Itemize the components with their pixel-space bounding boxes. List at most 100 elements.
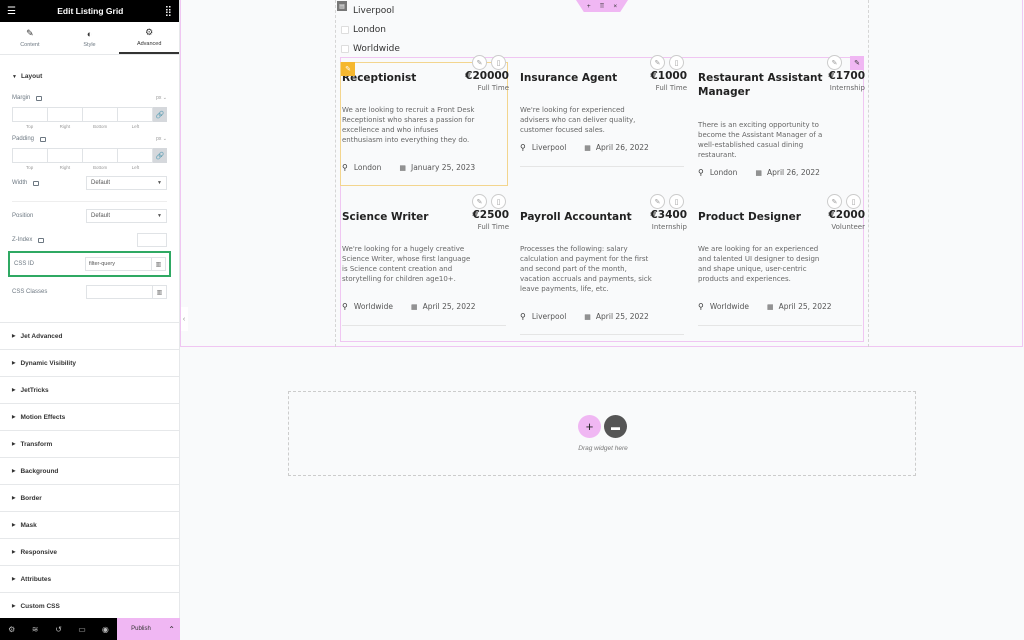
edit-item-icon[interactable]: ✎ <box>650 194 665 209</box>
padding-unit-select[interactable]: px ⌄ <box>156 136 167 142</box>
settings-icon[interactable]: ⚙ <box>0 625 23 634</box>
edit-widget-pencil-icon[interactable]: ✎ <box>850 56 864 70</box>
dynamic-tags-icon[interactable]: ▥ <box>151 258 165 270</box>
padding-left-input[interactable] <box>117 148 153 163</box>
widgets-grid-icon[interactable]: ⣿ <box>165 6 172 17</box>
margin-bottom-input[interactable] <box>82 107 117 122</box>
tab-content[interactable]: ✎ Content <box>0 22 60 54</box>
edit-item-icon[interactable]: ✎ <box>472 194 487 209</box>
responsive-mode-icon[interactable]: ▭ <box>70 625 93 634</box>
listing-card[interactable]: ✎ Restaurant Assistant Manager €1700 Int… <box>697 55 865 187</box>
padding-top-input[interactable] <box>12 148 47 163</box>
delete-item-icon[interactable]: ▯ <box>491 194 506 209</box>
chevron-up-icon[interactable]: ⌃ <box>168 625 175 634</box>
delete-item-icon[interactable]: ▯ <box>669 194 684 209</box>
calendar-icon: ▦ <box>766 302 774 311</box>
section-dynamic-visibility[interactable]: ▶ Dynamic Visibility <box>0 350 180 377</box>
card-type: Volunteer <box>831 223 865 231</box>
map-pin-icon: ⚲ <box>342 163 348 172</box>
section-transform[interactable]: ▶ Transform <box>0 431 180 458</box>
margin-left-input[interactable] <box>117 107 153 122</box>
link-values-icon[interactable]: 🔗 <box>153 107 167 122</box>
calendar-icon: ▦ <box>584 143 591 152</box>
card-description: Processes the following: salary calculat… <box>520 245 652 293</box>
add-section-icon[interactable]: + <box>587 3 591 10</box>
drag-section-icon[interactable]: ⠿ <box>600 2 605 10</box>
filter-checkbox-london[interactable]: London <box>341 25 386 35</box>
dynamic-tags-icon[interactable]: ▥ <box>152 286 166 298</box>
pencil-icon: ✎ <box>26 28 34 38</box>
history-icon[interactable]: ↺ <box>47 625 70 634</box>
tab-advanced[interactable]: ⚙ Advanced <box>119 22 180 54</box>
desktop-icon[interactable] <box>38 237 45 243</box>
edit-item-icon[interactable]: ✎ <box>827 55 842 70</box>
padding-bottom-input[interactable] <box>82 148 117 163</box>
css-classes-input[interactable]: ▥ <box>86 285 167 299</box>
navigator-layers-icon[interactable]: ≋ <box>23 625 46 634</box>
position-select[interactable]: Default ▼ <box>86 209 167 223</box>
section-motion-effects[interactable]: ▶ Motion Effects <box>0 404 180 431</box>
card-title: Insurance Agent <box>520 72 618 84</box>
card-meta: ⚲ London ▦ April 26, 2022 <box>698 168 820 177</box>
css-id-input[interactable]: filter-query ▥ <box>85 257 166 271</box>
margin-right-input[interactable] <box>47 107 82 122</box>
section-attributes[interactable]: ▶ Attributes <box>0 566 180 593</box>
add-template-folder-button[interactable]: ▬ <box>604 415 627 438</box>
listing-card[interactable]: ✎ ▯ Receptionist €20000 Full Time We are… <box>341 55 509 187</box>
panel-title: Edit Listing Grid <box>57 6 124 16</box>
listing-card[interactable]: ✎ ▯ Insurance Agent €1000 Full Time We'r… <box>519 55 687 187</box>
edit-item-icon[interactable]: ✎ <box>472 55 487 70</box>
link-values-icon[interactable]: 🔗 <box>153 148 167 163</box>
section-custom-css[interactable]: ▶ Custom CSS <box>0 593 180 620</box>
delete-item-icon[interactable]: ▯ <box>846 194 861 209</box>
card-type: Full Time <box>477 84 509 92</box>
preview-eye-icon[interactable]: ◉ <box>94 625 117 634</box>
padding-control: Padding px ⌄ 🔗 Top Right Bottom Left <box>12 136 167 170</box>
section-jet-advanced[interactable]: ▶ Jet Advanced <box>0 323 180 350</box>
card-type: Internship <box>829 84 865 92</box>
listing-card[interactable]: ✎ ▯ Product Designer €2000 Volunteer We … <box>697 194 865 336</box>
delete-item-icon[interactable]: ▯ <box>491 55 506 70</box>
edit-item-icon[interactable]: ✎ <box>827 194 842 209</box>
desktop-icon[interactable] <box>33 180 40 186</box>
section-jettricks[interactable]: ▶ JetTricks <box>0 377 180 404</box>
card-description: There is an exciting opportunity to beco… <box>698 121 823 159</box>
listing-card[interactable]: ✎ ▯ Payroll Accountant €3400 Internship … <box>519 194 687 336</box>
checkbox[interactable] <box>341 26 349 34</box>
delete-item-icon[interactable]: ▯ <box>669 55 684 70</box>
section-border[interactable]: ▶ Border <box>0 485 180 512</box>
zindex-input[interactable] <box>137 233 167 247</box>
publish-button[interactable]: Publish ⌃ <box>117 618 180 640</box>
listing-card[interactable]: ✎ ▯ Science Writer €2500 Full Time We're… <box>341 194 509 336</box>
section-background[interactable]: ▶ Background <box>0 458 180 485</box>
desktop-icon[interactable] <box>36 95 43 101</box>
filter-checkbox-liverpool[interactable]: Liverpool <box>341 6 394 16</box>
section-handle: + ⠿ × <box>576 0 628 12</box>
margin-top-input[interactable] <box>12 107 47 122</box>
hamburger-menu-icon[interactable]: ☰ <box>7 6 16 17</box>
checkbox[interactable] <box>341 45 349 53</box>
card-price: €2500 <box>472 209 509 221</box>
edit-template-pencil-icon[interactable]: ✎ <box>341 62 355 76</box>
edit-item-icon[interactable]: ✎ <box>650 55 665 70</box>
caret-right-icon: ▶ <box>12 360 16 365</box>
section-responsive[interactable]: ▶ Responsive <box>0 539 180 566</box>
card-title: Payroll Accountant <box>520 211 632 223</box>
padding-right-input[interactable] <box>47 148 82 163</box>
margin-unit-select[interactable]: px ⌄ <box>156 95 167 101</box>
add-section-button[interactable]: + <box>578 415 601 438</box>
filter-checkbox-worldwide[interactable]: Worldwide <box>341 44 400 54</box>
caret-right-icon: ▶ <box>12 495 16 500</box>
calendar-icon: ▦ <box>584 312 591 321</box>
delete-section-icon[interactable]: × <box>613 3 617 10</box>
tab-style[interactable]: ◐ Style <box>60 22 120 54</box>
width-select[interactable]: Default ▼ <box>86 176 167 190</box>
position-control: Position Default ▼ <box>0 209 179 223</box>
map-pin-icon: ⚲ <box>342 302 348 311</box>
layout-section-toggle[interactable]: ▼ Layout <box>0 55 179 92</box>
desktop-icon[interactable] <box>40 136 47 142</box>
card-price: €2000 <box>828 209 865 221</box>
empty-section-drop-zone[interactable] <box>288 391 916 476</box>
section-mask[interactable]: ▶ Mask <box>0 512 180 539</box>
caret-right-icon: ▶ <box>12 522 16 527</box>
